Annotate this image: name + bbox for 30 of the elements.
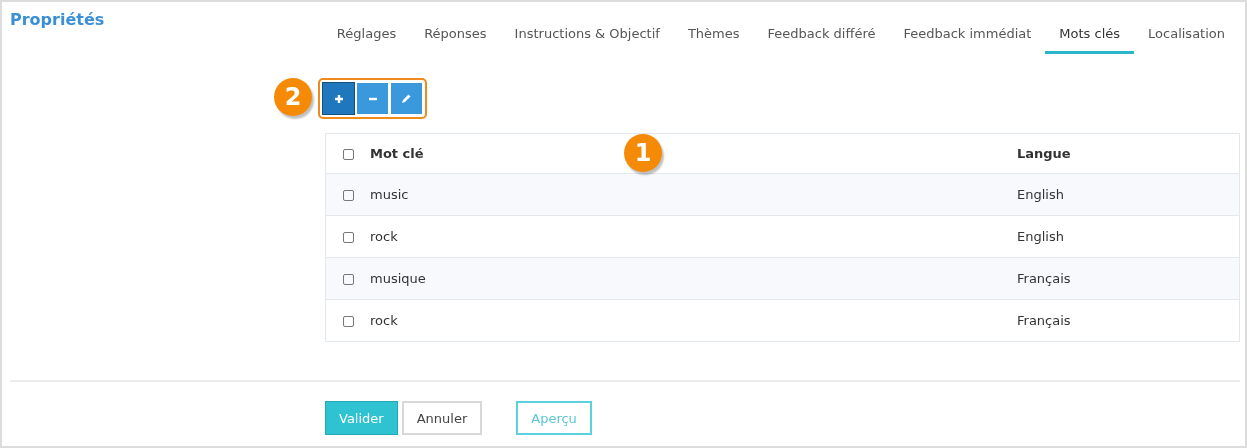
row-checkbox[interactable] <box>342 232 354 243</box>
tab[interactable]: Réponses <box>410 18 501 54</box>
table-cell: Français <box>1017 271 1071 286</box>
callout-badge: 2 <box>274 78 312 116</box>
table-cell: English <box>1017 229 1064 244</box>
table-cell: English <box>1017 187 1064 202</box>
tab[interactable]: Mots clés <box>1045 18 1135 54</box>
table-cell: musique <box>370 271 426 286</box>
tab[interactable]: Thèmes <box>673 18 754 54</box>
column-header: Langue <box>1017 146 1071 161</box>
column-header: Mot clé <box>370 146 424 161</box>
plus-icon <box>333 93 344 104</box>
table-cell: rock <box>370 313 398 328</box>
callout-badge: 1 <box>624 134 662 172</box>
tab[interactable]: Réglages <box>322 18 411 54</box>
row-checkbox[interactable] <box>342 316 354 327</box>
tab[interactable]: Localisation <box>1134 18 1239 54</box>
tab[interactable]: Feedback différé <box>753 18 890 54</box>
tab[interactable]: Instructions & Objectif <box>500 18 674 54</box>
select-all-checkbox[interactable] <box>342 149 354 160</box>
table-cell: music <box>370 187 409 202</box>
row-checkbox[interactable] <box>342 190 354 201</box>
tab[interactable]: Feedback immédiat <box>889 18 1046 54</box>
cancel-button[interactable]: Annuler <box>401 401 483 435</box>
panel-title: Propriétés <box>10 10 105 29</box>
add-button[interactable] <box>323 83 354 114</box>
table-cell: rock <box>370 229 398 244</box>
pencil-icon <box>401 93 412 104</box>
row-checkbox[interactable] <box>342 274 354 285</box>
table-cell: Français <box>1017 313 1071 328</box>
